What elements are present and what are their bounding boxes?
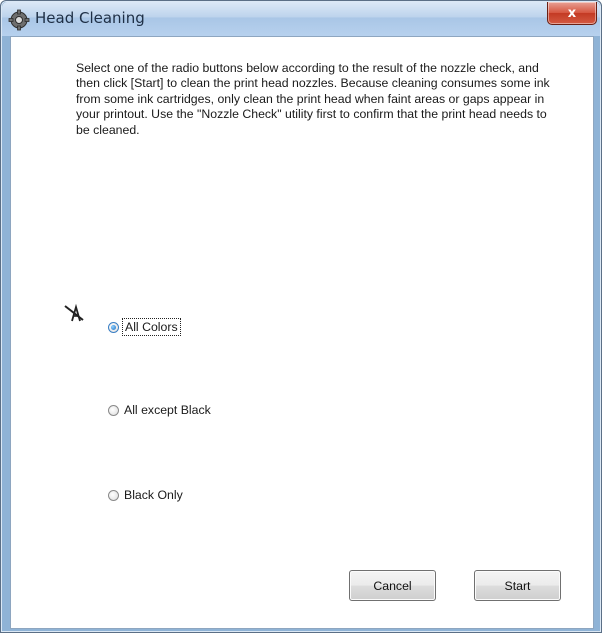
radio-all-colors[interactable]: All Colors <box>108 318 181 336</box>
radio-label-all-colors: All Colors <box>122 318 181 336</box>
radio-button[interactable] <box>108 404 119 416</box>
radio-label-all-except-black: All except Black <box>124 403 211 417</box>
radio-all-except-black[interactable]: All except Black <box>108 403 211 417</box>
radio-button-checked[interactable] <box>108 321 119 333</box>
instructions-text: Select one of the radio buttons below ac… <box>76 61 550 137</box>
head-cleaning-window: Head Cleaning x Select one of the radio … <box>0 0 602 633</box>
pen-warning-icon <box>64 303 84 322</box>
close-button[interactable]: x <box>547 2 597 25</box>
close-icon: x <box>567 5 577 21</box>
radio-black-only[interactable]: Black Only <box>108 488 183 502</box>
cancel-button[interactable]: Cancel <box>349 570 436 601</box>
start-button[interactable]: Start <box>474 570 561 601</box>
window-title: Head Cleaning <box>35 9 145 27</box>
dialog-body: Select one of the radio buttons below ac… <box>10 36 594 629</box>
printer-settings-icon <box>8 9 30 31</box>
radio-button[interactable] <box>108 489 119 501</box>
title-bar[interactable]: Head Cleaning x <box>2 2 600 36</box>
radio-label-black-only: Black Only <box>124 488 183 502</box>
